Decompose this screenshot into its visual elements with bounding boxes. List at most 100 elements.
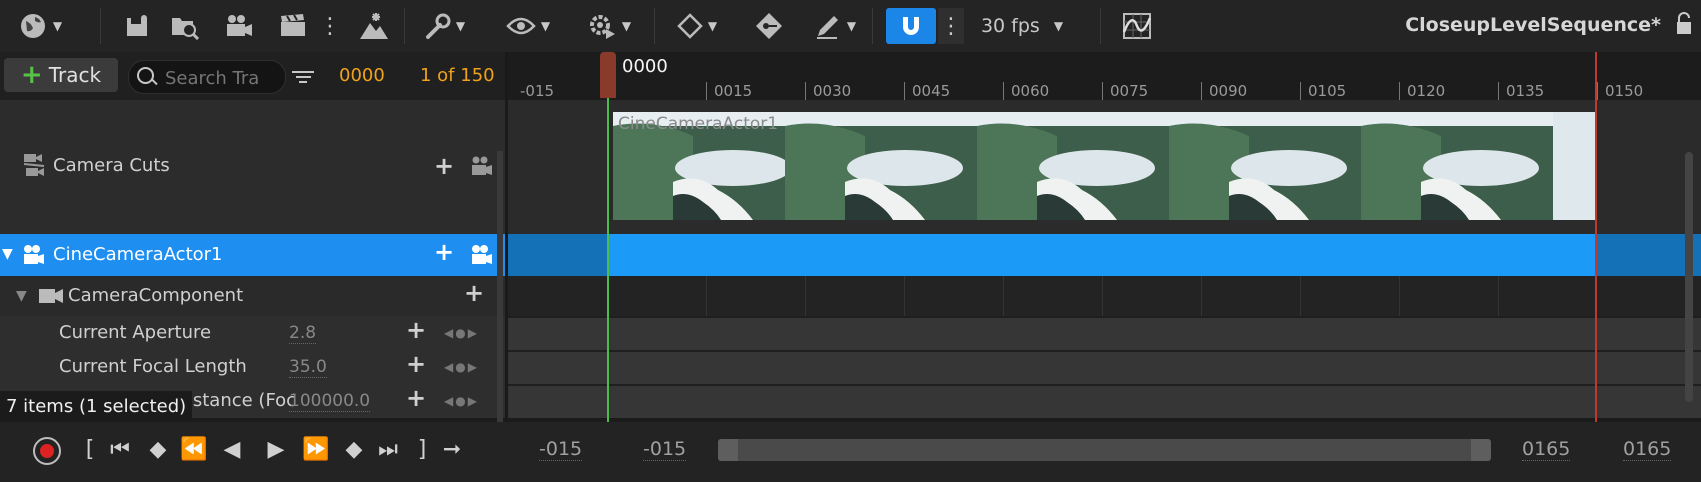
add-key-button[interactable]: + bbox=[406, 384, 426, 412]
filter-icon bbox=[292, 71, 314, 73]
view-range-end[interactable]: 0165 bbox=[1623, 438, 1672, 461]
view-options-button[interactable]: ▼ bbox=[500, 8, 556, 44]
working-range-end[interactable]: 0165 bbox=[1522, 438, 1571, 461]
playback-options-button[interactable]: ▼ bbox=[580, 8, 638, 44]
save-button[interactable] bbox=[120, 8, 154, 44]
property-current-focal-length[interactable]: Current Focal Length 35.0 + ◀●▶ bbox=[0, 350, 505, 384]
auto-key-button[interactable] bbox=[752, 8, 786, 44]
view-range-start[interactable]: -015 bbox=[539, 438, 583, 461]
camera-view-icon[interactable] bbox=[470, 244, 494, 266]
add-camera-icon[interactable] bbox=[470, 156, 494, 176]
pencil-icon bbox=[816, 16, 838, 39]
chevron-down-icon: ▼ bbox=[846, 19, 857, 33]
property-current-aperture[interactable]: Current Aperture 2.8 + ◀●▶ bbox=[0, 316, 505, 350]
playback-end-marker[interactable] bbox=[1595, 52, 1597, 422]
expand-arrow-icon[interactable]: ▼ bbox=[2, 246, 13, 262]
add-key-button[interactable]: + bbox=[406, 350, 426, 378]
expand-arrow-icon[interactable]: ▼ bbox=[16, 288, 27, 304]
track-camera-cuts[interactable]: Camera Cuts + bbox=[0, 100, 505, 234]
toolbar-separator bbox=[872, 8, 873, 44]
add-button[interactable]: + bbox=[464, 279, 484, 307]
timeline-panel[interactable]: -015 0015 0030 0045 0060 0075 0090 0105 … bbox=[508, 52, 1701, 422]
add-button[interactable]: + bbox=[434, 238, 454, 266]
focal-length-lane[interactable] bbox=[508, 350, 1701, 384]
lock-icon[interactable] bbox=[1675, 12, 1693, 36]
jump-start-icon: [ bbox=[85, 436, 95, 462]
key-navigation-icon[interactable]: ◀●▶ bbox=[444, 326, 479, 340]
gear-play-icon bbox=[589, 15, 615, 39]
key-navigation-icon[interactable]: ◀●▶ bbox=[444, 360, 479, 374]
folder-search-icon bbox=[172, 18, 199, 40]
play-button[interactable]: ▶ bbox=[262, 434, 290, 464]
play-reverse-button[interactable]: ◀ bbox=[218, 434, 246, 464]
world-menu-button[interactable]: ▼ bbox=[10, 8, 70, 44]
next-key-button[interactable]: ◆ bbox=[340, 434, 368, 464]
camera-button[interactable] bbox=[222, 8, 256, 44]
step-forward-button[interactable]: ⏩ bbox=[302, 434, 330, 464]
outliner-header: + Track 0000 1 of 150 bbox=[0, 52, 505, 100]
chevron-down-icon: ▼ bbox=[1053, 19, 1064, 33]
filter-button[interactable] bbox=[292, 68, 314, 86]
fps-dropdown[interactable]: 30 fps ▼ bbox=[976, 8, 1068, 44]
tick-label: 0090 bbox=[1209, 82, 1248, 100]
tick-label: 0030 bbox=[813, 82, 852, 100]
property-value[interactable]: 2.8 bbox=[289, 323, 317, 344]
step-forward-icon: ⏩ bbox=[302, 436, 330, 462]
actor-button[interactable] bbox=[356, 8, 392, 44]
snapping-options-button[interactable]: ⋮ bbox=[938, 8, 964, 44]
current-time-field[interactable]: 0000 bbox=[339, 65, 385, 86]
aperture-lane[interactable] bbox=[508, 316, 1701, 350]
loop-mode-button[interactable]: ➞ bbox=[438, 434, 466, 464]
working-range-start[interactable]: -015 bbox=[643, 438, 687, 461]
key-navigation-icon[interactable]: ◀●▶ bbox=[444, 394, 479, 408]
add-key-button[interactable]: + bbox=[406, 316, 426, 344]
playhead-time: 0000 bbox=[622, 56, 668, 77]
track-outliner: + Track 0000 1 of 150 Camera Cuts + ▼ Ci… bbox=[0, 52, 505, 471]
tools-menu-button[interactable]: ▼ bbox=[418, 8, 472, 44]
property-value[interactable]: 100000.0 bbox=[289, 391, 371, 412]
jump-to-start-button[interactable]: [ bbox=[76, 434, 104, 464]
step-to-previous-shot-button[interactable]: ⏮ bbox=[106, 434, 134, 464]
more-vertical-icon: ⋮ bbox=[940, 13, 962, 39]
camera-cuts-icon bbox=[23, 154, 45, 176]
next-key-icon: ◆ bbox=[345, 436, 363, 462]
property-label: Distance (Foc bbox=[174, 390, 297, 411]
range-handle-left[interactable] bbox=[718, 439, 738, 461]
timeline-range-scrollbar[interactable] bbox=[718, 439, 1491, 461]
add-track-button[interactable]: + Track bbox=[4, 58, 118, 92]
step-back-button[interactable]: ⏪ bbox=[180, 434, 208, 464]
previous-key-button[interactable]: ◆ bbox=[144, 434, 172, 464]
camera-thumbnail bbox=[1361, 112, 1553, 220]
track-label: CameraComponent bbox=[68, 285, 244, 306]
step-to-next-shot-button[interactable]: ⏭ bbox=[374, 434, 402, 464]
curve-editor-icon bbox=[1122, 13, 1152, 39]
curve-editor-button[interactable] bbox=[1120, 8, 1154, 44]
toolbar-separator bbox=[100, 8, 101, 44]
add-button[interactable]: + bbox=[434, 152, 454, 180]
more-options-button[interactable]: ⋮ bbox=[319, 8, 341, 44]
property-value[interactable]: 35.0 bbox=[289, 357, 327, 378]
track-camera-component[interactable]: ▼ CameraComponent + bbox=[0, 276, 505, 316]
transport-bar: [ ⏮ ◆ ⏪ ◀ ▶ ⏩ ◆ ⏭ ] ➞ -015 -015 0165 016… bbox=[0, 422, 1701, 482]
focus-distance-lane[interactable] bbox=[508, 384, 1701, 418]
track-cine-camera-actor[interactable]: ▼ CineCameraActor1 + bbox=[0, 234, 505, 276]
browse-button[interactable] bbox=[166, 8, 202, 44]
cine-camera-lane[interactable] bbox=[508, 234, 1701, 276]
jump-to-end-button[interactable]: ] bbox=[408, 434, 436, 464]
add-track-label: Track bbox=[48, 63, 102, 87]
clapperboard-button[interactable] bbox=[276, 8, 310, 44]
edit-mode-button[interactable]: ▼ bbox=[808, 8, 862, 44]
record-button[interactable] bbox=[33, 437, 61, 465]
range-handle-right[interactable] bbox=[1471, 439, 1491, 461]
vertical-scrollbar[interactable] bbox=[1685, 152, 1693, 402]
playhead-handle[interactable] bbox=[600, 52, 616, 98]
camera-component-lane[interactable] bbox=[508, 276, 1701, 316]
search-input[interactable] bbox=[163, 65, 279, 91]
toolbar-separator bbox=[654, 8, 655, 44]
snapping-toggle[interactable] bbox=[886, 8, 936, 44]
camera-thumbnail bbox=[785, 112, 977, 220]
clapperboard-icon bbox=[281, 14, 305, 36]
time-ruler[interactable]: -015 0015 0030 0045 0060 0075 0090 0105 … bbox=[508, 52, 1701, 100]
key-interpolation-button[interactable]: ▼ bbox=[670, 8, 724, 44]
toolbar-separator bbox=[404, 8, 405, 44]
